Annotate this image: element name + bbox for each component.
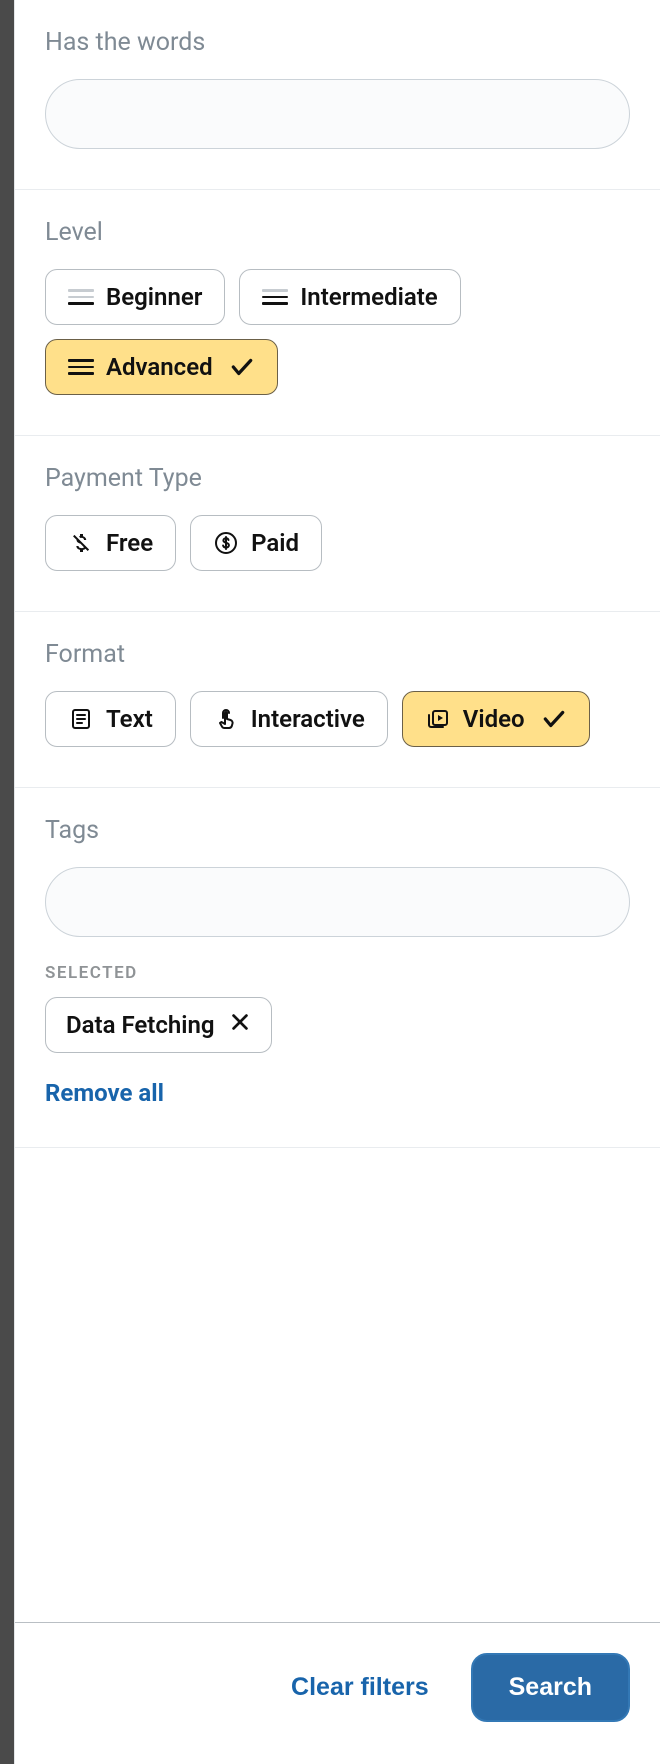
level-beginner-chip[interactable]: Beginner: [45, 269, 225, 325]
section-has-words: Has the words: [15, 0, 660, 190]
section-tags: Tags SELECTED Data Fetching Remove all: [15, 788, 660, 1148]
touch-icon: [213, 706, 239, 732]
payment-free-text: Free: [106, 529, 153, 557]
section-format: Format Text Interactive: [15, 612, 660, 788]
level-intermediate-chip[interactable]: Intermediate: [239, 269, 460, 325]
tags-label: Tags: [45, 816, 630, 845]
level-beginner-text: Beginner: [106, 283, 202, 311]
money-off-icon: [68, 530, 94, 556]
payment-paid-text: Paid: [251, 529, 299, 557]
selected-tags: Data Fetching: [45, 997, 630, 1053]
format-options: Text Interactive Video: [45, 691, 630, 747]
format-interactive-text: Interactive: [251, 705, 365, 733]
level-options: Beginner Intermediate Advanced: [45, 269, 630, 395]
tags-input[interactable]: [45, 867, 630, 937]
check-icon: [229, 354, 255, 380]
format-interactive-chip[interactable]: Interactive: [190, 691, 388, 747]
payment-label: Payment Type: [45, 464, 630, 493]
level-advanced-text: Advanced: [106, 353, 213, 381]
format-text-chip[interactable]: Text: [45, 691, 176, 747]
level-intermediate-text: Intermediate: [300, 283, 437, 311]
has-words-input[interactable]: [45, 79, 630, 149]
payment-options: Free Paid: [45, 515, 630, 571]
section-level: Level Beginner Intermediate: [15, 190, 660, 436]
section-payment: Payment Type Free Paid: [15, 436, 660, 612]
level-advanced-icon: [68, 354, 94, 380]
check-icon: [541, 706, 567, 732]
format-text-text: Text: [106, 705, 153, 733]
tags-selected-label: SELECTED: [45, 963, 630, 983]
level-advanced-chip[interactable]: Advanced: [45, 339, 278, 395]
remove-all-link[interactable]: Remove all: [45, 1079, 630, 1107]
level-intermediate-icon: [262, 284, 288, 310]
clear-filters-button[interactable]: Clear filters: [285, 1672, 435, 1703]
format-video-chip[interactable]: Video: [402, 691, 590, 747]
close-icon[interactable]: [229, 1011, 251, 1039]
level-beginner-icon: [68, 284, 94, 310]
filter-panel: Has the words Level Beginner Intermediat…: [14, 0, 660, 1764]
level-label: Level: [45, 218, 630, 247]
text-icon: [68, 706, 94, 732]
payment-paid-chip[interactable]: Paid: [190, 515, 322, 571]
search-button[interactable]: Search: [471, 1653, 630, 1722]
format-label: Format: [45, 640, 630, 669]
format-video-text: Video: [463, 705, 525, 733]
filter-scroll: Has the words Level Beginner Intermediat…: [15, 0, 660, 1622]
payment-free-chip[interactable]: Free: [45, 515, 176, 571]
tag-chip-label: Data Fetching: [66, 1011, 215, 1039]
tag-chip[interactable]: Data Fetching: [45, 997, 272, 1053]
paid-icon: [213, 530, 239, 556]
panel-footer: Clear filters Search: [15, 1622, 660, 1764]
has-words-label: Has the words: [45, 28, 630, 57]
video-icon: [425, 706, 451, 732]
